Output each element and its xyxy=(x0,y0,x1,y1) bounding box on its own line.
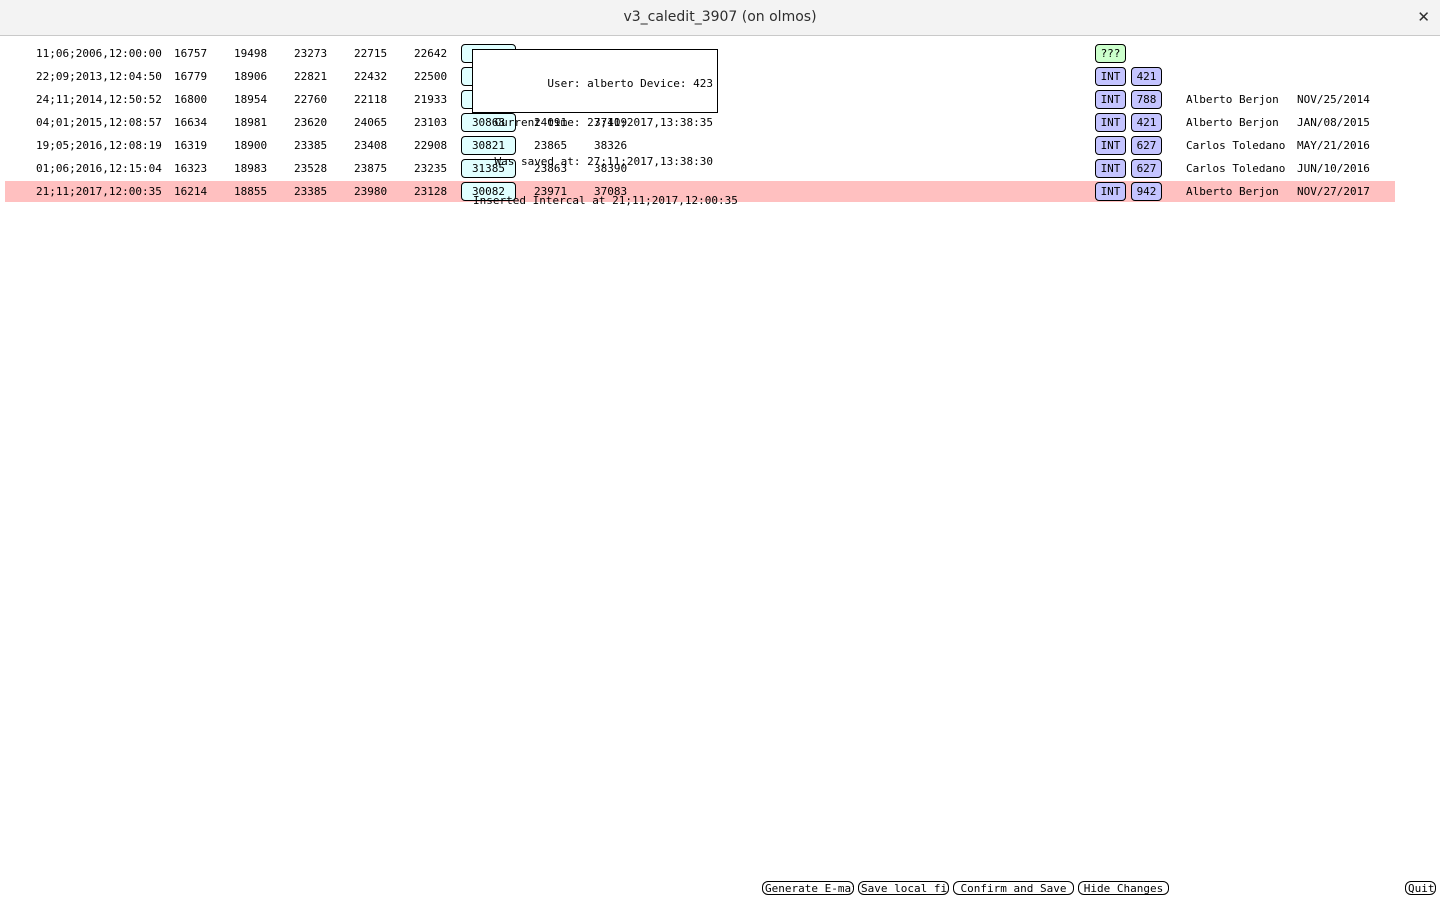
hide-changes-button[interactable]: Hide Changes xyxy=(1078,881,1169,895)
saved-date-cell: MAY/21/2016 xyxy=(1297,139,1370,152)
tooltip: User: alberto Device: 423 Current time: … xyxy=(472,49,738,207)
user-cell: Carlos Toledano xyxy=(1186,139,1286,152)
device-badge[interactable]: 421 xyxy=(1131,67,1162,86)
value-cell-5: 22642 xyxy=(414,47,448,60)
value-cell-1: 16757 xyxy=(174,47,208,60)
value-cell-2: 18855 xyxy=(234,185,268,198)
date-cell: 24;11;2014,12:50:52 xyxy=(36,93,162,106)
device-badge[interactable]: 627 xyxy=(1131,136,1162,155)
saved-date-cell: JAN/08/2015 xyxy=(1297,116,1370,129)
save-local-file-button[interactable]: Save local file xyxy=(858,881,949,895)
value-cell-2: 18954 xyxy=(234,93,268,106)
device-badge[interactable]: 421 xyxy=(1131,113,1162,132)
value-cell-1: 16800 xyxy=(174,93,208,106)
confirm-and-save-button[interactable]: Confirm and Save xyxy=(953,881,1074,895)
value-cell-3: 22760 xyxy=(294,93,328,106)
type-badge[interactable]: INT xyxy=(1095,159,1126,178)
type-badge[interactable]: INT xyxy=(1095,113,1126,132)
date-cell: 01;06;2016,12:15:04 xyxy=(36,162,162,175)
type-badge[interactable]: ??? xyxy=(1095,44,1126,63)
tooltip-user-line: User: alberto Device: 423 xyxy=(547,77,713,90)
value-cell-2: 19498 xyxy=(234,47,268,60)
value-cell-1: 16214 xyxy=(174,185,208,198)
value-cell-3: 23273 xyxy=(294,47,328,60)
saved-date-cell: NOV/25/2014 xyxy=(1297,93,1370,106)
value-cell-3: 23385 xyxy=(294,139,328,152)
user-cell: Alberto Berjon xyxy=(1186,93,1279,106)
value-cell-4: 22432 xyxy=(354,70,388,83)
date-cell: 04;01;2015,12:08:57 xyxy=(36,116,162,129)
value-cell-2: 18906 xyxy=(234,70,268,83)
date-cell: 21;11;2017,12:00:35 xyxy=(36,185,162,198)
value-cell-3: 23385 xyxy=(294,185,328,198)
value-cell-4: 22118 xyxy=(354,93,388,106)
value-cell-5: 23128 xyxy=(414,185,448,198)
value-cell-4: 23980 xyxy=(354,185,388,198)
quit-button[interactable]: Quit xyxy=(1405,881,1436,895)
type-badge[interactable]: INT xyxy=(1095,90,1126,109)
window-title: v3_caledit_3907 (on olmos) xyxy=(623,9,817,25)
user-cell: Alberto Berjon xyxy=(1186,116,1279,129)
value-cell-5: 22908 xyxy=(414,139,448,152)
tooltip-current-time-line: Current time: 27;11;2017,13:38:35 xyxy=(494,116,713,129)
value-cell-4: 24065 xyxy=(354,116,388,129)
value-cell-2: 18983 xyxy=(234,162,268,175)
value-cell-3: 22821 xyxy=(294,70,328,83)
date-cell: 19;05;2016,12:08:19 xyxy=(36,139,162,152)
value-cell-5: 21933 xyxy=(414,93,448,106)
type-badge[interactable]: INT xyxy=(1095,67,1126,86)
tooltip-inserted-line: Inserted Intercal at 21;11;2017,12:00:35 xyxy=(473,194,738,207)
close-icon[interactable]: ✕ xyxy=(1417,0,1430,35)
device-badge[interactable]: 788 xyxy=(1131,90,1162,109)
type-badge[interactable]: INT xyxy=(1095,182,1126,201)
value-cell-2: 18900 xyxy=(234,139,268,152)
value-cell-5: 22500 xyxy=(414,70,448,83)
value-cell-3: 23620 xyxy=(294,116,328,129)
value-cell-4: 23875 xyxy=(354,162,388,175)
type-badge[interactable]: INT xyxy=(1095,136,1126,155)
tooltip-saved-line: Was saved at: 27;11;2017,13:38:30 xyxy=(494,155,713,168)
generate-email-button[interactable]: Generate E-mail xyxy=(762,881,854,895)
saved-date-cell: NOV/27/2017 xyxy=(1297,185,1370,198)
value-cell-4: 22715 xyxy=(354,47,388,60)
date-cell: 22;09;2013,12:04:50 xyxy=(36,70,162,83)
value-cell-2: 18981 xyxy=(234,116,268,129)
user-cell: Carlos Toledano xyxy=(1186,162,1286,175)
user-cell: Alberto Berjon xyxy=(1186,185,1279,198)
value-cell-3: 23528 xyxy=(294,162,328,175)
saved-date-cell: JUN/10/2016 xyxy=(1297,162,1370,175)
value-cell-1: 16634 xyxy=(174,116,208,129)
value-cell-1: 16779 xyxy=(174,70,208,83)
device-badge[interactable]: 942 xyxy=(1131,182,1162,201)
value-cell-1: 16323 xyxy=(174,162,208,175)
date-cell: 11;06;2006,12:00:00 xyxy=(36,47,162,60)
device-badge[interactable]: 627 xyxy=(1131,159,1162,178)
value-cell-1: 16319 xyxy=(174,139,208,152)
value-cell-5: 23103 xyxy=(414,116,448,129)
value-cell-4: 23408 xyxy=(354,139,388,152)
title-bar: v3_caledit_3907 (on olmos) ✕ xyxy=(0,0,1440,36)
value-cell-5: 23235 xyxy=(414,162,448,175)
